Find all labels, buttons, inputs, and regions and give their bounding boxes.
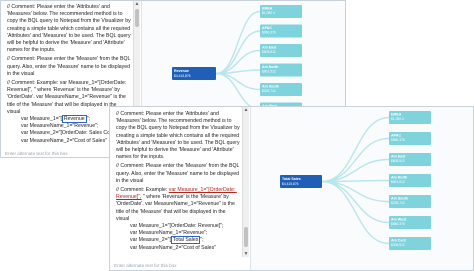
comment-paragraph: // Comment: Please enter the 'Attributes… xyxy=(116,111,242,161)
leaf-node-value: $901,512 xyxy=(391,180,405,184)
leaf-node-label: Am South xyxy=(391,197,408,201)
leaf-node[interactable]: Am Cent$405,512 xyxy=(389,237,431,250)
alt-text-input[interactable]: Enter alternate text for this box xyxy=(114,263,177,268)
leaf-node-value: $1,050.4 xyxy=(391,117,404,121)
tree-link xyxy=(215,30,261,75)
leaf-node[interactable]: EMEA$1,050.4 xyxy=(260,5,302,18)
leaf-node-value: $1,050.4 xyxy=(262,11,275,15)
scroll-up-icon[interactable]: ▲ xyxy=(134,1,140,7)
leaf-node-label: Am Cent xyxy=(391,239,407,243)
leaf-node[interactable]: APAC$960,376 xyxy=(389,132,431,145)
code-text-area[interactable]: // Comment: Please enter the 'Attributes… xyxy=(116,111,240,257)
leaf-node-value: $205,712 xyxy=(391,201,405,205)
code-line: var Measure_2="[Total Sales "; xyxy=(130,236,204,245)
leaf-node[interactable]: Am North$901,512 xyxy=(389,174,431,187)
tree-chart: Total Sales$4,415,876 EMEA$1,050.4 APAC$96… xyxy=(280,111,431,250)
leaf-node-value: $901,512 xyxy=(262,70,276,74)
leaf-node-value: $960,376 xyxy=(391,138,405,142)
leaf-node-value: $605,512 xyxy=(391,159,405,163)
comment-paragraph: // Comment: Please enter the 'Measure' f… xyxy=(7,56,132,77)
leaf-node-label: Am East xyxy=(391,155,406,159)
selected-text[interactable]: Revenue xyxy=(61,115,87,124)
leaf-node-value: $680,376 xyxy=(391,222,405,226)
leaf-node[interactable]: APAC$960,376 xyxy=(260,24,302,38)
leaf-node-label: Am East xyxy=(262,46,277,50)
code-line: var MeasureName_2="Cost of Sales" xyxy=(130,244,217,251)
comment-paragraph: // Comment: Please enter the 'Attributes… xyxy=(7,4,133,54)
root-node-label: Revenue xyxy=(174,69,189,73)
leaf-node[interactable]: Am East$605,512 xyxy=(389,153,431,166)
leaf-node-label: EMEA xyxy=(391,113,402,117)
leaf-node-label: Am North xyxy=(262,65,278,69)
leaf-node-value: $605,512 xyxy=(262,50,276,54)
leaf-node[interactable]: Am North$901,512 xyxy=(260,63,302,77)
root-node-value: $4,415,876 xyxy=(282,182,299,186)
root-node[interactable]: Total Sales$4,415,876 xyxy=(280,175,322,188)
leaf-node[interactable]: EMEA$1,050.4 xyxy=(389,111,431,124)
editor-window-front: // Comment: Please enter the 'Attributes… xyxy=(109,106,474,271)
scroll-thumb[interactable] xyxy=(135,9,139,27)
leaf-node[interactable]: Am South$205,712 xyxy=(389,195,431,208)
code-line: var Measure_1="[OrderDate: Revenue]"; xyxy=(130,223,224,230)
root-node-label: Total Sales xyxy=(282,177,301,181)
leaf-node[interactable]: Am South$205,712 xyxy=(260,83,302,96)
scroll-thumb[interactable] xyxy=(244,227,248,247)
tree-link xyxy=(321,180,390,224)
leaf-node-label: EMEA xyxy=(262,7,273,11)
leaf-node-label: Am South xyxy=(262,85,279,89)
root-node[interactable]: Revenue$4,415,876 xyxy=(172,67,216,80)
tree-link xyxy=(321,158,390,183)
comment-paragraph: // Comment: Please enter the 'Measure' f… xyxy=(116,163,241,184)
tree-link xyxy=(215,72,261,91)
alt-text-input[interactable]: Enter alternate text for this box xyxy=(5,151,68,156)
vertical-scrollbar[interactable]: ▲ ▼ xyxy=(242,107,249,257)
tree-link xyxy=(215,10,261,75)
tree-link xyxy=(215,72,261,110)
leaf-node[interactable]: Am East$605,512 xyxy=(260,44,302,57)
stage: // Comment: Please enter the 'Attributes… xyxy=(0,0,474,271)
root-node-value: $4,415,876 xyxy=(174,74,191,78)
leaf-node-value: $960,376 xyxy=(262,31,276,35)
comment-paragraph: // Comment: Example: var Measure_1="[Ord… xyxy=(116,187,237,222)
leaf-node-label: Am North xyxy=(391,176,407,180)
scroll-down-icon[interactable]: ▼ xyxy=(243,251,249,257)
tree-link xyxy=(321,116,390,183)
tree-visual-canvas: Total Sales $4,415,876 EMEA $1,050.4 APAC $96… xyxy=(251,107,473,270)
scroll-up-icon[interactable]: ▲ xyxy=(243,107,249,113)
selected-text[interactable]: Total Sales xyxy=(170,236,201,245)
leaf-node[interactable]: Am West$680,376 xyxy=(389,216,431,229)
leaf-node-value: $205,712 xyxy=(262,89,276,93)
leaf-node-label: Am West xyxy=(391,218,407,222)
leaf-node-value: $405,512 xyxy=(391,243,405,247)
leaf-node-label: APAC xyxy=(391,134,401,138)
tree-link xyxy=(321,180,390,203)
leaf-node-label: APAC xyxy=(262,26,272,30)
